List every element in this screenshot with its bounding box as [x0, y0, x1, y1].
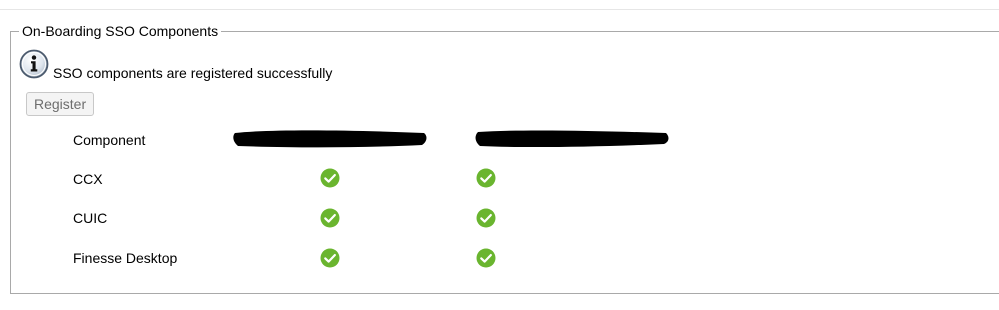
- success-check-icon: [320, 168, 340, 188]
- success-check-icon: [476, 248, 496, 268]
- redacted-column-header: [475, 130, 669, 148]
- fieldset-legend: On-Boarding SSO Components: [19, 22, 222, 40]
- info-icon: [19, 49, 49, 79]
- status-message: SSO components are registered successful…: [53, 65, 333, 81]
- component-row-label: CCX: [73, 171, 103, 187]
- redacted-column-header: [233, 130, 427, 148]
- component-row-label: Finesse Desktop: [73, 250, 178, 266]
- success-check-icon: [320, 248, 340, 268]
- component-header: Component: [73, 132, 146, 148]
- register-button[interactable]: Register: [26, 92, 95, 116]
- top-strip: [0, 0, 999, 10]
- success-check-icon: [476, 208, 496, 228]
- success-check-icon: [320, 208, 340, 228]
- component-row-label: CUIC: [73, 210, 108, 226]
- success-check-icon: [476, 168, 496, 188]
